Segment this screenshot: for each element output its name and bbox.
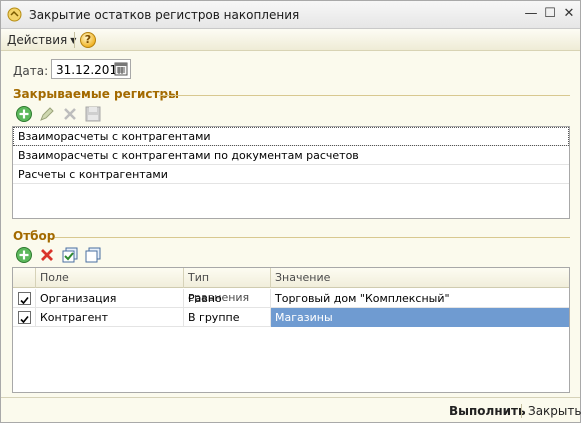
- checkmark-icon: [20, 315, 29, 324]
- actions-menu-button[interactable]: Действия▼: [7, 32, 76, 48]
- comparison-cell[interactable]: Равно: [184, 289, 271, 308]
- close-button[interactable]: Закрыть: [528, 404, 581, 418]
- actions-menu-label: Действия: [7, 33, 68, 47]
- maximize-button[interactable]: ☐: [542, 6, 558, 22]
- table-row[interactable]: Контрагент В группе Магазины: [13, 308, 569, 327]
- column-header-field[interactable]: Поле: [36, 268, 184, 288]
- column-header-value[interactable]: Значение: [271, 268, 569, 288]
- section-divider: [55, 237, 570, 238]
- column-header-comparison[interactable]: Тип сравнения: [184, 268, 271, 304]
- footer-bar: Выполнить Закрыть: [1, 397, 581, 422]
- app-icon: [7, 7, 22, 22]
- filter-table[interactable]: Поле Тип сравнения Значение Организация …: [12, 267, 570, 393]
- add-icon[interactable]: [15, 105, 33, 123]
- section-divider: [159, 95, 570, 96]
- title-bar: Закрытие остатков регистров накопления —…: [1, 1, 580, 29]
- add-icon[interactable]: [15, 246, 33, 264]
- edit-icon: [40, 107, 54, 121]
- uncheck-all-icon[interactable]: [84, 246, 102, 264]
- help-button[interactable]: ?: [80, 32, 96, 48]
- filter-section-title: Отбор: [13, 229, 56, 243]
- toolbar-separator: [74, 32, 75, 48]
- footer-separator: [521, 404, 522, 418]
- check-cell[interactable]: [13, 308, 36, 327]
- registers-section-title: Закрываемые регистры: [13, 87, 179, 101]
- row-checkbox[interactable]: [18, 292, 31, 305]
- dialog-window: Закрытие остатков регистров накопления —…: [0, 0, 581, 423]
- calendar-icon[interactable]: [114, 62, 128, 76]
- checkmark-icon: [20, 296, 29, 305]
- list-item[interactable]: Взаиморасчеты с контрагентами: [13, 127, 569, 146]
- close-window-button[interactable]: ✕: [561, 6, 577, 22]
- command-bar: Действия▼ ?: [1, 29, 580, 51]
- value-cell[interactable]: Торговый дом "Комплексный": [271, 289, 569, 308]
- check-all-icon[interactable]: [61, 246, 79, 264]
- run-button[interactable]: Выполнить: [449, 404, 526, 418]
- field-cell[interactable]: Контрагент: [36, 308, 184, 327]
- minimize-button[interactable]: —: [523, 6, 539, 22]
- column-header-check: [13, 268, 36, 288]
- date-input[interactable]: 31.12.2011: [51, 59, 131, 79]
- window-title: Закрытие остатков регистров накопления: [29, 8, 300, 22]
- table-header: Поле Тип сравнения Значение: [13, 268, 569, 304]
- check-cell[interactable]: [13, 289, 36, 308]
- row-checkbox[interactable]: [18, 311, 31, 324]
- delete-icon: [64, 108, 76, 120]
- field-cell[interactable]: Организация: [36, 289, 184, 308]
- list-item[interactable]: Расчеты с контрагентами: [13, 165, 569, 184]
- save-icon: [85, 106, 101, 122]
- date-label: Дата:: [13, 64, 49, 78]
- table-row[interactable]: Организация Равно Торговый дом "Комплекс…: [13, 289, 569, 308]
- list-item[interactable]: Взаиморасчеты с контрагентами по докумен…: [13, 146, 569, 165]
- delete-icon[interactable]: [38, 246, 56, 264]
- comparison-cell[interactable]: В группе: [184, 308, 271, 327]
- value-cell[interactable]: Магазины: [271, 308, 569, 327]
- registers-list[interactable]: Взаиморасчеты с контрагентами Взаиморасч…: [12, 126, 570, 219]
